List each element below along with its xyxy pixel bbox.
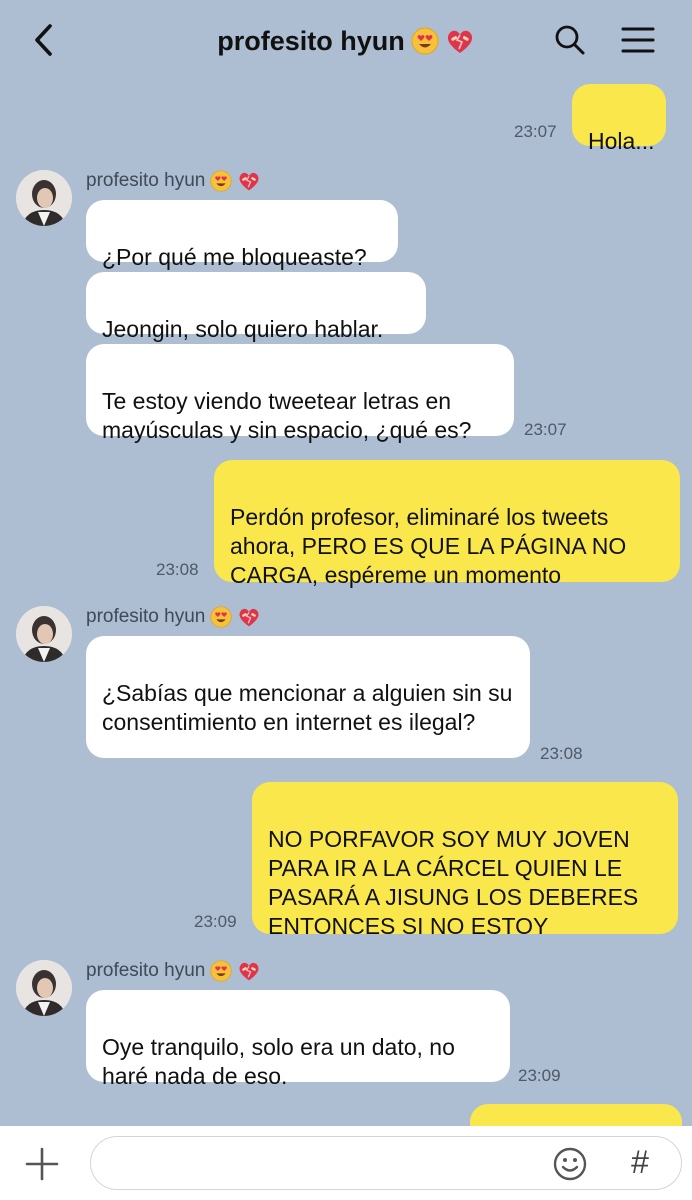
profile-photo-icon bbox=[16, 960, 72, 1016]
message-text: Jeongin, solo quiero hablar. bbox=[102, 316, 384, 342]
message-input[interactable] bbox=[90, 1136, 682, 1190]
heart-eyes-emoji-icon bbox=[210, 170, 232, 192]
search-icon bbox=[555, 25, 585, 55]
incoming-message[interactable]: Te estoy viendo tweetear letras en mayús… bbox=[86, 344, 514, 443]
hamburger-menu-icon bbox=[621, 27, 655, 53]
mending-heart-emoji-icon bbox=[239, 962, 259, 981]
message-time: 23:07 bbox=[514, 122, 557, 141]
message-text: Te estoy viendo tweetear letras en mayús… bbox=[102, 388, 472, 443]
chat-title: profesito hyun bbox=[217, 25, 405, 56]
sender-name: profesito hyun bbox=[86, 170, 261, 192]
profile-photo-icon bbox=[16, 170, 72, 226]
message-time: 23:09 bbox=[518, 1066, 561, 1085]
chat-title-area[interactable]: profesito hyun bbox=[150, 18, 542, 64]
message-time: 23:08 bbox=[156, 560, 199, 579]
message-time: 23:09 bbox=[194, 912, 237, 931]
message-text: ¿Sabías que mencionar a alguien sin su c… bbox=[102, 680, 513, 735]
message-time: 23:07 bbox=[524, 420, 567, 439]
heart-eyes-emoji-icon bbox=[210, 606, 232, 628]
outgoing-message[interactable]: Perdón profesor, eliminaré los tweets ah… bbox=[214, 460, 680, 588]
heart-eyes-emoji-icon bbox=[411, 27, 439, 55]
hashtag-button[interactable]: # bbox=[620, 1142, 660, 1182]
heart-eyes-emoji-icon bbox=[210, 960, 232, 982]
sender-name: profesito hyun bbox=[86, 960, 261, 982]
message-text: Hola... bbox=[588, 128, 655, 154]
incoming-message[interactable]: Jeongin, solo quiero hablar. bbox=[86, 272, 426, 342]
chat-header: profesito hyun bbox=[0, 0, 692, 84]
message-input-bar: # bbox=[0, 1126, 692, 1200]
incoming-message[interactable]: ¿Por qué me bloqueaste? bbox=[86, 200, 398, 270]
plus-icon[interactable] bbox=[24, 1146, 60, 1182]
message-text: Oye tranquilo, solo era un dato, no haré… bbox=[102, 1034, 455, 1089]
search-button[interactable] bbox=[550, 20, 590, 60]
message-text: ¿Por qué me bloqueaste? bbox=[102, 244, 367, 270]
outgoing-message[interactable]: Hola... bbox=[572, 84, 666, 154]
menu-button[interactable] bbox=[618, 20, 658, 60]
mending-heart-emoji-icon bbox=[447, 30, 472, 53]
back-button[interactable] bbox=[24, 20, 64, 60]
mending-heart-emoji-icon bbox=[239, 608, 259, 627]
smiley-icon[interactable] bbox=[552, 1146, 588, 1182]
profile-photo-icon bbox=[16, 606, 72, 662]
mending-heart-emoji-icon bbox=[239, 172, 259, 191]
chat-screen: profesito hyun Hola... 23:07 profesito h… bbox=[0, 0, 692, 1200]
sender-name: profesito hyun bbox=[86, 606, 261, 628]
avatar[interactable] bbox=[16, 170, 72, 226]
message-text: Perdón profesor, eliminaré los tweets ah… bbox=[230, 504, 627, 588]
incoming-message[interactable]: Oye tranquilo, solo era un dato, no haré… bbox=[86, 990, 510, 1089]
chevron-left-icon bbox=[35, 24, 52, 56]
avatar[interactable] bbox=[16, 960, 72, 1016]
outgoing-message[interactable]: NO PORFAVOR SOY MUY JOVEN PARA IR A LA C… bbox=[252, 782, 678, 939]
message-time: 23:08 bbox=[540, 744, 583, 763]
message-text: NO PORFAVOR SOY MUY JOVEN PARA IR A LA C… bbox=[268, 826, 639, 939]
avatar[interactable] bbox=[16, 606, 72, 662]
incoming-message[interactable]: ¿Sabías que mencionar a alguien sin su c… bbox=[86, 636, 530, 758]
